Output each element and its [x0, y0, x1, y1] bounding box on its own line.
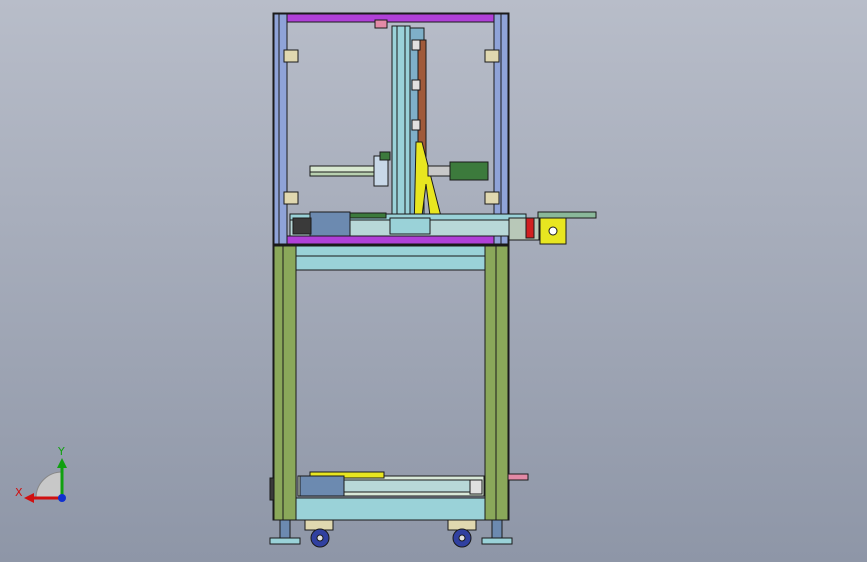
bottom-rail — [297, 471, 485, 497]
upper-rail — [289, 211, 527, 237]
y-axis-label: Y — [57, 445, 65, 458]
cad-viewport[interactable]: Y X — [0, 0, 867, 562]
z-axis-dot-icon — [58, 494, 66, 502]
x-axis-label: X — [15, 486, 23, 499]
